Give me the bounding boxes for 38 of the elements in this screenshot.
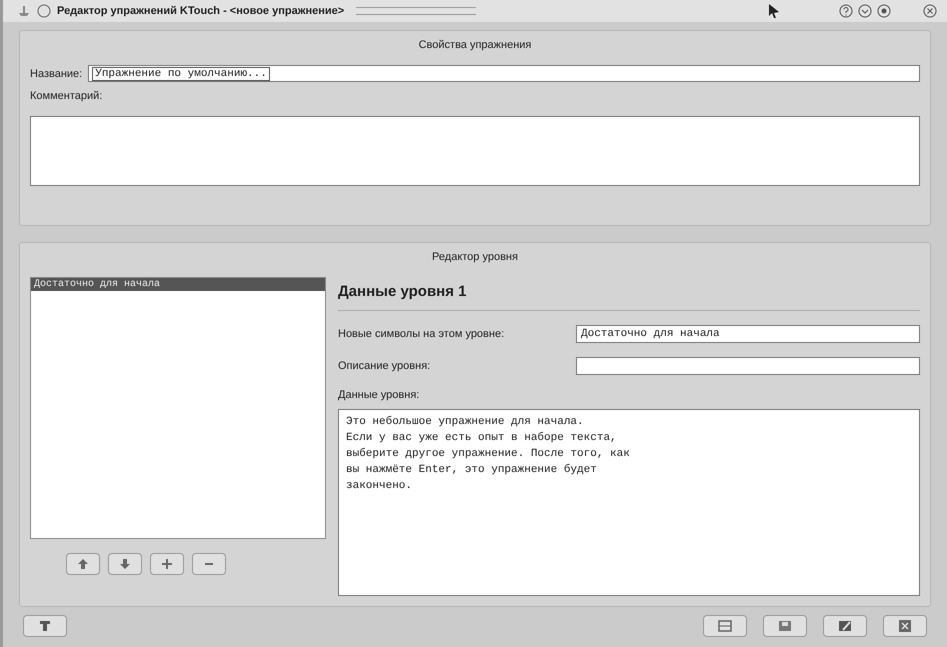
level-data-label: Данные уровня:	[338, 389, 420, 401]
help-icon[interactable]	[839, 4, 853, 18]
new-chars-label: Новые символы на этом уровне:	[338, 328, 504, 340]
move-up-button[interactable]	[66, 553, 100, 575]
down-arrow-icon	[119, 558, 131, 570]
comment-field[interactable]	[30, 116, 920, 186]
mouse-pointer-icon	[768, 3, 780, 19]
app-icon	[17, 4, 31, 18]
panel-heading: Свойства упражнения	[418, 39, 532, 51]
close-button[interactable]	[883, 615, 927, 637]
add-button[interactable]	[150, 553, 184, 575]
comment-label: Комментарий:	[30, 90, 102, 102]
save-button[interactable]	[763, 615, 807, 637]
description-label: Описание уровня:	[338, 360, 430, 372]
name-field[interactable]: Упражнение по умолчанию...	[88, 65, 920, 82]
letter-t-icon	[39, 620, 51, 632]
panel-heading: Редактор уровня	[432, 251, 518, 263]
move-down-button[interactable]	[108, 553, 142, 575]
plus-icon	[161, 558, 173, 570]
description-field[interactable]	[576, 357, 920, 375]
level-list-item[interactable]: Достаточно для начала	[31, 278, 325, 291]
window-title: Редактор упражнений KTouch - <новое упражнение>	[57, 5, 344, 17]
font-button[interactable]	[23, 615, 67, 637]
remove-button[interactable]	[192, 553, 226, 575]
level-data-field[interactable]: Это небольшое упражнение для начала. Если у вас уже есть опыт в наборе текста, выберите другое упражнение. После того, как вы нажмёте Enter, это упражнение будет закончено.	[338, 409, 920, 596]
close-icon[interactable]	[923, 4, 937, 18]
save-as-button[interactable]	[823, 615, 867, 637]
up-arrow-icon	[77, 558, 89, 570]
close-icon	[898, 620, 912, 632]
minimize-icon[interactable]	[858, 4, 872, 18]
circle-button-icon[interactable]	[37, 4, 51, 18]
level-heading: Данные уровня 1	[338, 277, 920, 311]
disk-with-pencil-icon	[838, 620, 852, 632]
new-chars-field[interactable]: Достаточно для начала	[576, 325, 920, 343]
name-label: Название:	[30, 68, 82, 80]
new-button[interactable]	[703, 615, 747, 637]
maximize-icon[interactable]	[877, 4, 891, 18]
save-icon	[778, 620, 792, 632]
